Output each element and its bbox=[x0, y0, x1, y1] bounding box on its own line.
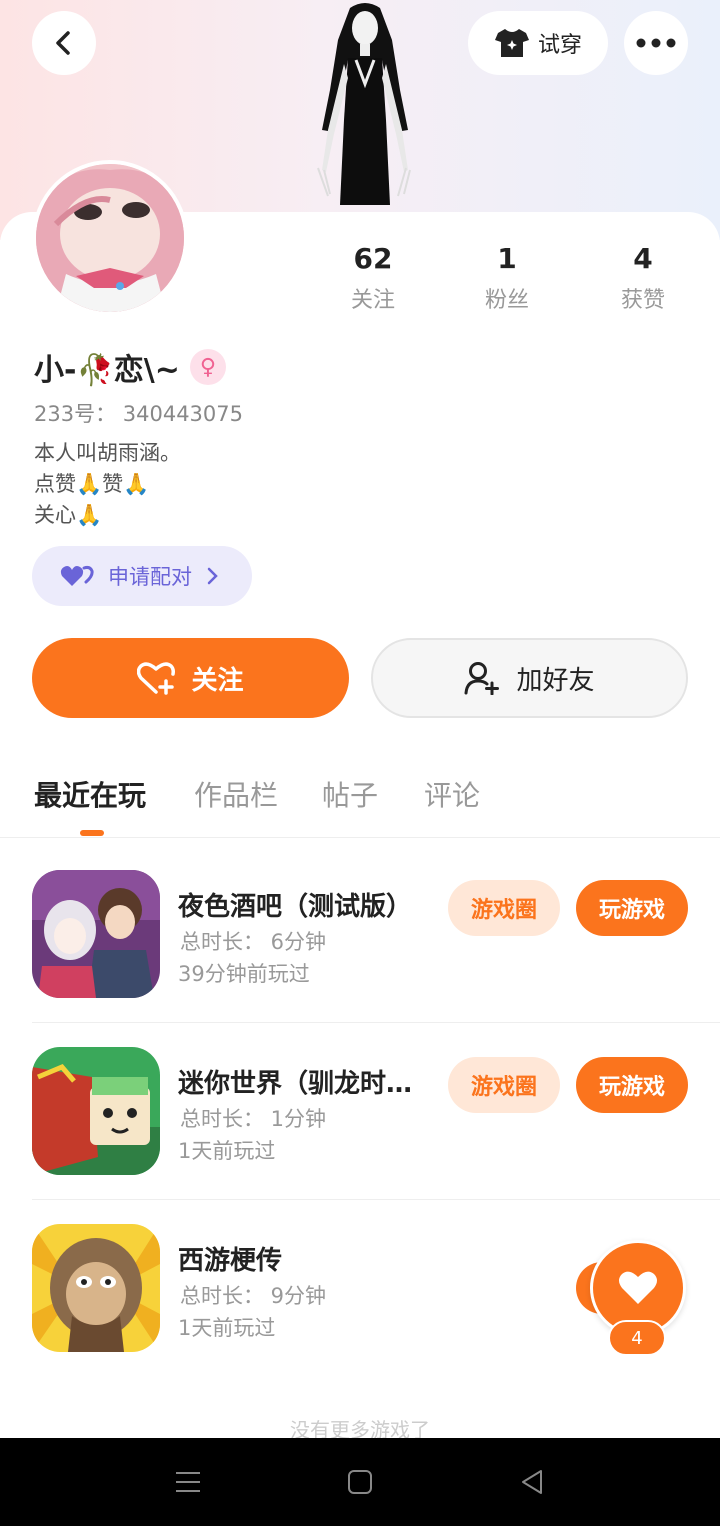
play-game-button[interactable]: 玩游戏 bbox=[576, 1057, 688, 1113]
double-heart-icon bbox=[60, 565, 94, 586]
heart-plus-icon bbox=[137, 662, 176, 695]
system-navigation-bar bbox=[0, 1438, 720, 1526]
character-avatar-figure[interactable] bbox=[300, 0, 430, 212]
game-circle-button[interactable]: 游戏圈 bbox=[448, 880, 560, 936]
back-button[interactable] bbox=[32, 11, 96, 75]
tshirt-icon bbox=[494, 29, 529, 57]
user-avatar[interactable] bbox=[32, 160, 188, 316]
game-row[interactable]: 夜色酒吧（测试版） 总时长： 6分钟 39分钟前玩过 游戏圈 玩游戏 bbox=[0, 838, 720, 1015]
game-last-played: 1天前玩过 bbox=[178, 1139, 276, 1163]
play-game-button[interactable]: 玩游戏 bbox=[576, 880, 688, 936]
likes-label: 获赞 bbox=[620, 288, 665, 313]
menu-lines-icon bbox=[176, 1472, 200, 1492]
apply-pair-label: 申请配对 bbox=[108, 565, 192, 589]
tab-works[interactable]: 作品栏 bbox=[194, 774, 278, 814]
try-on-label: 试穿 bbox=[537, 33, 582, 58]
bio-line: 本人叫胡雨涵。 bbox=[34, 441, 181, 465]
avatar-image bbox=[36, 164, 184, 312]
game-row[interactable]: 迷你世界（驯龙时… 总时长： 1分钟 1天前玩过 游戏圈 玩游戏 bbox=[0, 1015, 720, 1192]
user-bio: 本人叫胡雨涵。 点赞🙏赞🙏 关心🙏 bbox=[34, 438, 181, 531]
follow-label: 关注 bbox=[191, 665, 244, 696]
game-last-played: 1天前玩过 bbox=[178, 1316, 276, 1340]
no-more-games-text: 没有更多游戏了 bbox=[290, 1418, 430, 1438]
fans-count: 1 bbox=[497, 242, 517, 275]
fans-label: 粉丝 bbox=[484, 288, 529, 313]
likes-count: 4 bbox=[633, 242, 653, 275]
following-count: 62 bbox=[353, 242, 393, 275]
game-circle-button[interactable]: 游戏圈 bbox=[448, 1057, 560, 1113]
back-nav-button[interactable] bbox=[512, 1462, 552, 1502]
game-title: 迷你世界（驯龙时… bbox=[178, 1069, 413, 1099]
menu-nav-button[interactable] bbox=[168, 1462, 208, 1502]
add-user-icon bbox=[464, 662, 500, 695]
stat-following[interactable]: 62 关注 bbox=[318, 240, 428, 314]
home-nav-button[interactable] bbox=[340, 1462, 380, 1502]
try-on-button[interactable]: 试穿 bbox=[468, 11, 608, 75]
game-title: 夜色酒吧（测试版） bbox=[178, 892, 413, 922]
game-duration: 总时长： 9分钟 bbox=[180, 1284, 327, 1308]
back-triangle-icon bbox=[522, 1470, 542, 1494]
back-arrow-icon bbox=[56, 31, 70, 55]
game-title: 西游梗传 bbox=[178, 1246, 283, 1276]
active-tab-indicator bbox=[80, 830, 104, 836]
game-duration: 总时长： 1分钟 bbox=[180, 1107, 327, 1131]
heart-icon bbox=[619, 1271, 657, 1304]
tab-comments[interactable]: 评论 bbox=[424, 774, 480, 814]
apply-pair-button[interactable]: 申请配对 bbox=[32, 546, 252, 606]
gender-female-icon: ♀ bbox=[189, 349, 226, 385]
following-label: 关注 bbox=[350, 288, 395, 313]
tab-recently-played[interactable]: 最近在玩 bbox=[34, 774, 146, 814]
bio-line: 点赞🙏赞🙏 bbox=[34, 472, 150, 496]
game-icon-journey-west-meme[interactable] bbox=[32, 1224, 160, 1352]
stat-fans[interactable]: 1 粉丝 bbox=[452, 240, 562, 314]
like-count-badge: 4 bbox=[608, 1320, 666, 1356]
stat-likes[interactable]: 4 获赞 bbox=[588, 240, 698, 314]
username-row: 小-🥀恋\~ ♀ bbox=[34, 345, 226, 389]
game-last-played: 39分钟前玩过 bbox=[178, 962, 310, 986]
bio-line: 关心🙏 bbox=[34, 503, 103, 527]
game-duration: 总时长： 6分钟 bbox=[180, 930, 327, 954]
user-id[interactable]: 233号： 340443075 bbox=[34, 398, 243, 428]
add-friend-label: 加好友 bbox=[516, 665, 595, 696]
username: 小-🥀恋\~ bbox=[34, 353, 180, 388]
tab-posts[interactable]: 帖子 bbox=[322, 774, 378, 814]
more-options-button[interactable] bbox=[624, 11, 688, 75]
add-friend-button[interactable]: 加好友 bbox=[371, 638, 688, 718]
more-dots-icon bbox=[636, 38, 676, 48]
follow-button[interactable]: 关注 bbox=[32, 638, 349, 718]
game-icon-night-bar[interactable] bbox=[32, 870, 160, 998]
chevron-right-icon bbox=[207, 567, 218, 585]
home-square-icon bbox=[348, 1470, 372, 1494]
game-icon-mini-world[interactable] bbox=[32, 1047, 160, 1175]
